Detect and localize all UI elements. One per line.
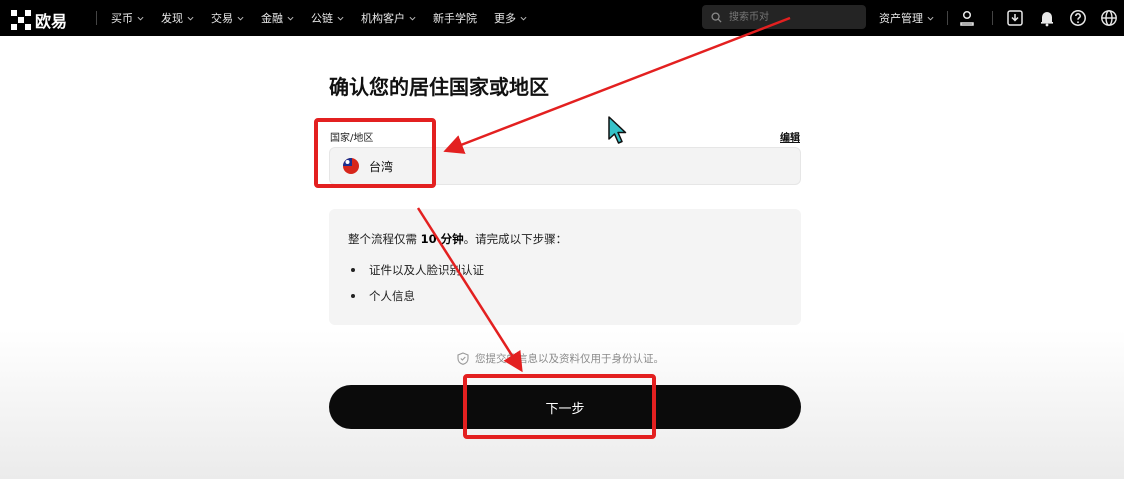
- nav-item-label: 公链: [311, 12, 333, 25]
- mouse-cursor-icon: [608, 116, 627, 144]
- nav-item[interactable]: 更多: [494, 10, 527, 26]
- privacy-note: 您提交的信息以及资料仅用于身份认证。: [457, 351, 664, 366]
- chevron-down-icon: [187, 16, 194, 21]
- nav-item[interactable]: 公链: [311, 10, 344, 26]
- bullet: [351, 268, 355, 272]
- search-input[interactable]: [727, 10, 861, 24]
- page-title: 确认您的居住国家或地区: [329, 75, 549, 99]
- chevron-down-icon: [137, 16, 144, 21]
- nav-item-label: 发现: [161, 12, 183, 25]
- asset-management-menu[interactable]: 资产管理: [879, 0, 934, 36]
- annotation-box-country: [314, 118, 436, 188]
- nav-divider: [947, 11, 948, 25]
- info-intro: 整个流程仅需 10 分钟。请完成以下步骤：: [348, 231, 567, 247]
- info-box: 整个流程仅需 10 分钟。请完成以下步骤： 证件以及人脸识别认证 个人信息: [329, 209, 801, 325]
- nav-item-label: 买币: [111, 12, 133, 25]
- privacy-note-text: 您提交的信息以及资料仅用于身份认证。: [475, 353, 664, 365]
- bullet: [351, 294, 355, 298]
- list-item: 证件以及人脸识别认证: [351, 257, 484, 283]
- search-box[interactable]: [702, 5, 866, 29]
- step-label: 个人信息: [369, 289, 415, 303]
- nav-item-label: 新手学院: [433, 12, 477, 25]
- nav-divider: [96, 11, 97, 25]
- search-icon: [711, 11, 722, 23]
- bell-icon[interactable]: [1038, 9, 1056, 27]
- edit-link[interactable]: 编辑: [780, 129, 800, 144]
- main-nav: 买币 发现 交易 金融 公链 机构客户 新手学院 更多: [111, 0, 527, 36]
- brand-logo[interactable]: 欧易: [11, 8, 67, 32]
- info-duration: 10 分钟: [420, 232, 464, 246]
- asset-management-label: 资产管理: [879, 12, 923, 25]
- info-intro-prefix: 整个流程仅需: [348, 232, 417, 246]
- nav-item[interactable]: 发现: [161, 10, 194, 26]
- step-label: 证件以及人脸识别认证: [369, 263, 484, 277]
- chevron-down-icon: [927, 16, 934, 21]
- shield-check-icon: [457, 352, 469, 365]
- nav-divider: [992, 11, 993, 25]
- top-navbar: 欧易 买币 发现 交易 金融 公链 机构客户 新手学院 更多 资产管理: [0, 0, 1124, 36]
- brand-name: 欧易: [35, 12, 68, 31]
- help-icon[interactable]: [1069, 9, 1087, 27]
- info-intro-suffix: 。请完成以下步骤：: [463, 232, 568, 246]
- list-item: 个人信息: [351, 283, 484, 309]
- nav-item-label: 机构客户: [361, 12, 405, 25]
- nav-item-label: 金融: [261, 12, 283, 25]
- nav-item[interactable]: 新手学院: [433, 10, 477, 26]
- nav-item[interactable]: 金融: [261, 10, 294, 26]
- chevron-down-icon: [237, 16, 244, 21]
- chevron-down-icon: [520, 16, 527, 21]
- download-icon[interactable]: [1006, 9, 1024, 27]
- nav-item-label: 更多: [494, 12, 516, 25]
- annotation-box-next: [463, 374, 656, 439]
- chevron-down-icon: [337, 16, 344, 21]
- user-icon[interactable]: [958, 9, 976, 27]
- nav-item[interactable]: 机构客户: [361, 10, 416, 26]
- nav-item[interactable]: 买币: [111, 10, 144, 26]
- nav-item-label: 交易: [211, 12, 233, 25]
- globe-icon[interactable]: [1100, 9, 1118, 27]
- chevron-down-icon: [287, 16, 294, 21]
- nav-item[interactable]: 交易: [211, 10, 244, 26]
- chevron-down-icon: [409, 16, 416, 21]
- steps-list: 证件以及人脸识别认证 个人信息: [351, 257, 484, 309]
- okx-logo-icon: [11, 10, 31, 30]
